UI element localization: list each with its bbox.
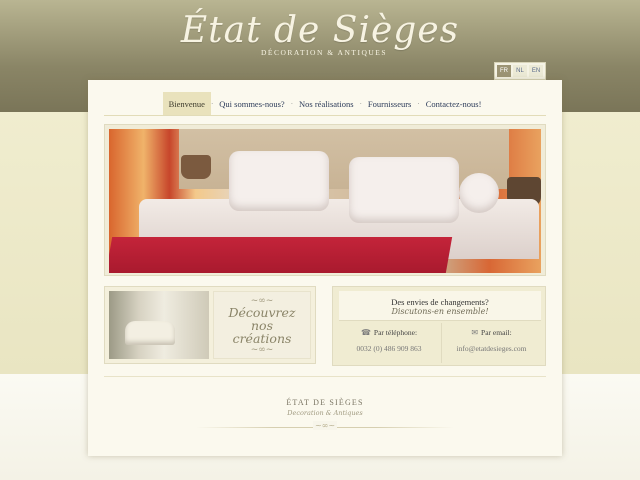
contact-question: Des envies de changements? [391, 297, 489, 307]
footer-divider [104, 376, 546, 377]
email-address[interactable]: info@etatdesieges.com [442, 344, 541, 353]
footer-subtitle: Decoration & Antiques [287, 409, 363, 417]
lang-en-button[interactable]: EN [529, 65, 543, 77]
main-nav: Bienvenue · Qui sommes-nous? · Nos réali… [88, 92, 562, 116]
footer-title: ÉTAT DE SIÈGES [286, 398, 364, 407]
language-switcher: FR NL EN [494, 62, 546, 80]
phone-label-row: ☎ Par téléphone: [339, 328, 439, 337]
phone-label: Par téléphone: [373, 328, 418, 337]
lang-fr-button[interactable]: FR [497, 65, 511, 77]
flourish-bottom-icon: ~∞~ [250, 344, 274, 355]
envelope-icon: ✉ [471, 328, 479, 337]
flourish-top-icon: ~∞~ [250, 295, 274, 306]
pillow [229, 151, 329, 211]
contact-box: Des envies de changements? Discutons-en … [332, 286, 546, 366]
phone-number[interactable]: 0032 (0) 486 909 863 [339, 344, 439, 353]
nav-item-bienvenue[interactable]: Bienvenue [162, 92, 211, 116]
armchair-image [109, 291, 209, 359]
creations-promo[interactable]: ~∞~ Découvrez nos créations ~∞~ [104, 286, 316, 364]
contact-phone: ☎ Par téléphone: 0032 (0) 486 909 863 [339, 323, 439, 363]
contact-email: ✉ Par email: info@etatdesieges.com [441, 323, 541, 363]
red-throw [109, 237, 453, 273]
nav-item-contact[interactable]: Contactez-nous! [420, 92, 488, 116]
lamp-left [181, 155, 211, 179]
pillow [349, 157, 459, 223]
nav-item-qui-sommes-nous[interactable]: Qui sommes-nous? [213, 92, 290, 116]
phone-icon: ☎ [360, 328, 371, 337]
pillow [459, 173, 499, 213]
creations-link[interactable]: ~∞~ Découvrez nos créations ~∞~ [213, 291, 311, 359]
contact-tagline: Discutons-en ensemble! [391, 307, 489, 316]
hero-bedroom-image [109, 129, 541, 273]
email-label: Par email: [481, 328, 512, 337]
nav-divider [104, 115, 546, 116]
email-label-row: ✉ Par email: [442, 328, 541, 337]
footer-ornament-icon: ~∞~ [313, 421, 337, 430]
nav-item-realisations[interactable]: Nos réalisations [293, 92, 360, 116]
nav-item-fournisseurs[interactable]: Fournisseurs [362, 92, 417, 116]
lang-nl-button[interactable]: NL [513, 65, 527, 77]
site-logo[interactable]: État de Sièges DÉCORATION & ANTIQUES [0, 10, 640, 57]
contact-header: Des envies de changements? Discutons-en … [339, 291, 541, 321]
logo-title: État de Sièges [180, 10, 460, 51]
armchair [125, 321, 175, 345]
creations-label: Découvrez nos créations [228, 304, 296, 346]
hero-frame [104, 124, 546, 276]
logo-subtitle: DÉCORATION & ANTIQUES [260, 48, 388, 57]
